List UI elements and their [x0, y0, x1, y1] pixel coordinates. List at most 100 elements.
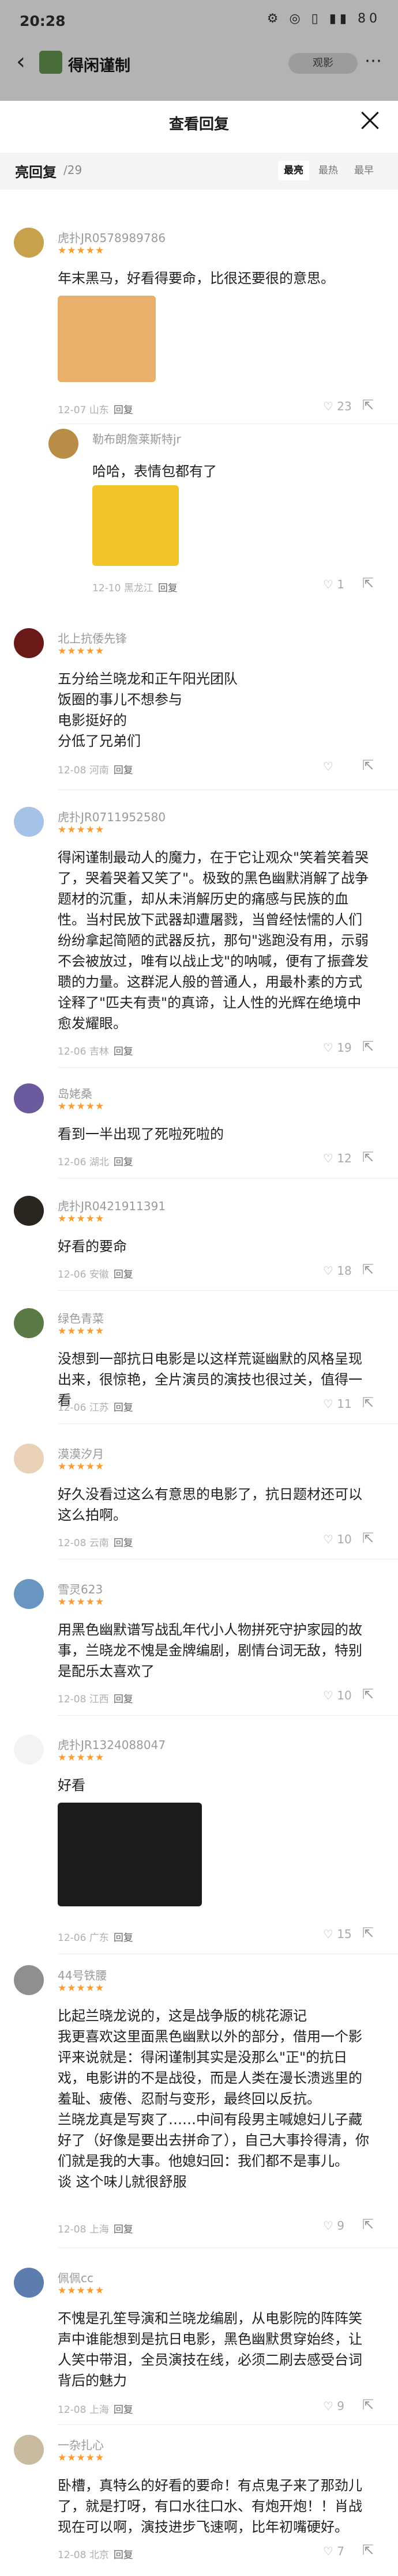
avatar[interactable] — [14, 1735, 44, 1765]
comment-text: 卧槽，真特么的好看的要命！有点鬼子来了那劲儿了，就是打呀，有口水往口水、有炮开炮… — [58, 2477, 362, 2535]
avatar[interactable] — [48, 429, 78, 459]
like-button[interactable]: ♡ 7 — [323, 2544, 344, 2558]
username[interactable]: 漠漠汐月 — [58, 1445, 104, 1461]
comment-location: 河南 — [89, 765, 109, 776]
sort-option[interactable]: 最亮 — [278, 161, 309, 180]
comment-meta: 12-10 黑龙江 回复 — [92, 580, 178, 594]
avatar[interactable] — [14, 1308, 44, 1338]
username[interactable]: 北上抗倭先锋 — [58, 629, 127, 646]
username[interactable]: 44号铁腰 — [58, 1966, 107, 1983]
avatar[interactable] — [14, 1444, 44, 1474]
avatar[interactable] — [14, 1196, 44, 1226]
comment-image[interactable] — [92, 485, 179, 566]
share-icon[interactable]: ⇱ — [362, 397, 374, 413]
rating-stars: ★★★★★ — [58, 245, 105, 256]
rating-stars: ★★★★★ — [58, 824, 105, 836]
share-icon[interactable]: ⇱ — [362, 1925, 374, 1941]
comment-text: 用黑色幽默谱写战乱年代小人物拼死守护家园的故事，兰晓龙不愧是金牌编剧，剧情台词无… — [58, 1622, 362, 1679]
share-icon[interactable]: ⇱ — [362, 1395, 374, 1411]
avatar[interactable] — [14, 807, 44, 837]
username[interactable]: 绿色青菜 — [58, 1309, 104, 1326]
comment-location: 广东 — [89, 1932, 109, 1944]
like-button[interactable]: ♡ 11 — [323, 1397, 352, 1411]
like-button[interactable]: ♡ 10 — [323, 1689, 352, 1702]
reply-link[interactable]: 回复 — [114, 2224, 133, 2235]
like-button[interactable]: ♡ 12 — [323, 1151, 352, 1165]
rating-stars: ★★★★★ — [58, 1982, 105, 1994]
comment-text: 好久没看过这么有意思的电影了，抗日题材还可以这么拍啊。 — [58, 1486, 362, 1523]
avatar[interactable] — [14, 228, 44, 258]
reply-link[interactable]: 回复 — [114, 1932, 133, 1944]
reply-link[interactable]: 回复 — [114, 2549, 133, 2561]
avatar[interactable] — [14, 2268, 44, 2298]
comment-text: 哈哈，表情包都有了 — [92, 463, 217, 479]
like-button[interactable]: ♡ 10 — [323, 1532, 352, 1546]
like-button[interactable]: ♡ 9 — [323, 2219, 344, 2233]
username[interactable]: 虎扑JR0711952580 — [58, 808, 166, 825]
avatar[interactable] — [14, 2435, 44, 2465]
share-icon[interactable]: ⇱ — [362, 2216, 374, 2233]
reply-link[interactable]: 回复 — [114, 1046, 133, 1057]
share-icon[interactable]: ⇱ — [362, 575, 374, 591]
avatar[interactable] — [14, 1579, 44, 1609]
comment-meta: 12-06 湖北 回复 — [58, 1154, 133, 1168]
comment-time: 12-06 — [58, 1046, 87, 1057]
share-icon[interactable]: ⇱ — [362, 757, 374, 773]
comment-image[interactable] — [58, 1803, 202, 1906]
reply-link[interactable]: 回复 — [114, 2404, 133, 2416]
like-button[interactable]: ♡ 1 — [323, 577, 344, 591]
avatar[interactable] — [14, 628, 44, 658]
sort-option[interactable]: 最早 — [348, 161, 380, 180]
like-button[interactable]: ♡ 19 — [323, 1041, 352, 1055]
reply-link[interactable]: 回复 — [114, 1269, 133, 1281]
like-button[interactable]: ♡ 15 — [323, 1927, 352, 1941]
comment-text: 得闲谨制最动人的魔力，在于它让观众"笑着笑着哭了，哭着哭着又笑了"。极致的黑色幽… — [58, 849, 369, 1032]
rating-stars: ★★★★★ — [58, 2285, 105, 2297]
share-icon[interactable]: ⇱ — [362, 2542, 374, 2558]
share-icon[interactable]: ⇱ — [362, 1038, 374, 1055]
username[interactable]: 一杂扎心 — [58, 2436, 104, 2453]
username[interactable]: 勒布朗詹莱斯特jr — [92, 430, 181, 447]
comment-meta: 12-08 河南 回复 — [58, 762, 133, 776]
app-header: ‹ 得闲谨制 观影 ⋯ — [0, 45, 398, 85]
reply-link[interactable]: 回复 — [114, 1402, 133, 1414]
username[interactable]: 虎扑JR1324088047 — [58, 1736, 166, 1752]
reply-link[interactable]: 回复 — [114, 1694, 133, 1705]
back-icon[interactable]: ‹ — [16, 48, 25, 75]
divider — [58, 1067, 398, 1068]
comment-location: 上海 — [89, 2224, 109, 2235]
username[interactable]: 虎扑JR0421911391 — [58, 1197, 166, 1214]
username[interactable]: 佩佩cc — [58, 2269, 93, 2286]
username[interactable]: 岛姥桑 — [58, 1085, 92, 1101]
avatar[interactable] — [14, 1083, 44, 1113]
more-icon[interactable]: ⋯ — [365, 51, 382, 71]
avatar[interactable] — [14, 1965, 44, 1995]
sort-option[interactable]: 最热 — [313, 161, 344, 180]
username[interactable]: 虎扑JR0578989786 — [58, 229, 166, 245]
reply-link[interactable]: 回复 — [114, 405, 133, 416]
comment-image[interactable] — [58, 296, 156, 382]
share-icon[interactable]: ⇱ — [362, 1686, 374, 1702]
like-button[interactable]: ♡ 18 — [323, 1264, 352, 1278]
comment-location: 山东 — [89, 405, 109, 416]
share-icon[interactable]: ⇱ — [362, 2397, 374, 2413]
reply-link[interactable]: 回复 — [114, 1157, 133, 1168]
like-button[interactable]: ♡ 9 — [323, 2399, 344, 2413]
app-logo — [39, 51, 62, 74]
like-button[interactable]: ♡ 23 — [323, 399, 352, 413]
comment-meta: 12-06 安徽 回复 — [58, 1266, 133, 1281]
like-count: 11 — [337, 1397, 352, 1411]
share-icon[interactable]: ⇱ — [362, 1149, 374, 1165]
comment-text: 不愧是孔笙导演和兰晓龙编剧，从电影院的阵阵笑声中谁能想到是抗日电影，黑色幽默贯穿… — [58, 2310, 362, 2389]
username[interactable]: 雪灵623 — [58, 1580, 103, 1597]
reply-link[interactable]: 回复 — [158, 583, 178, 594]
reply-link[interactable]: 回复 — [114, 765, 133, 776]
share-icon[interactable]: ⇱ — [362, 1530, 374, 1546]
close-icon[interactable] — [359, 109, 382, 132]
share-icon[interactable]: ⇱ — [362, 1261, 374, 1278]
rating-stars: ★★★★★ — [58, 1213, 105, 1225]
reply-link[interactable]: 回复 — [114, 1538, 133, 1549]
like-button[interactable]: ♡ — [323, 760, 333, 773]
like-count: 18 — [337, 1264, 352, 1278]
watch-pill-button[interactable]: 观影 — [288, 53, 358, 74]
